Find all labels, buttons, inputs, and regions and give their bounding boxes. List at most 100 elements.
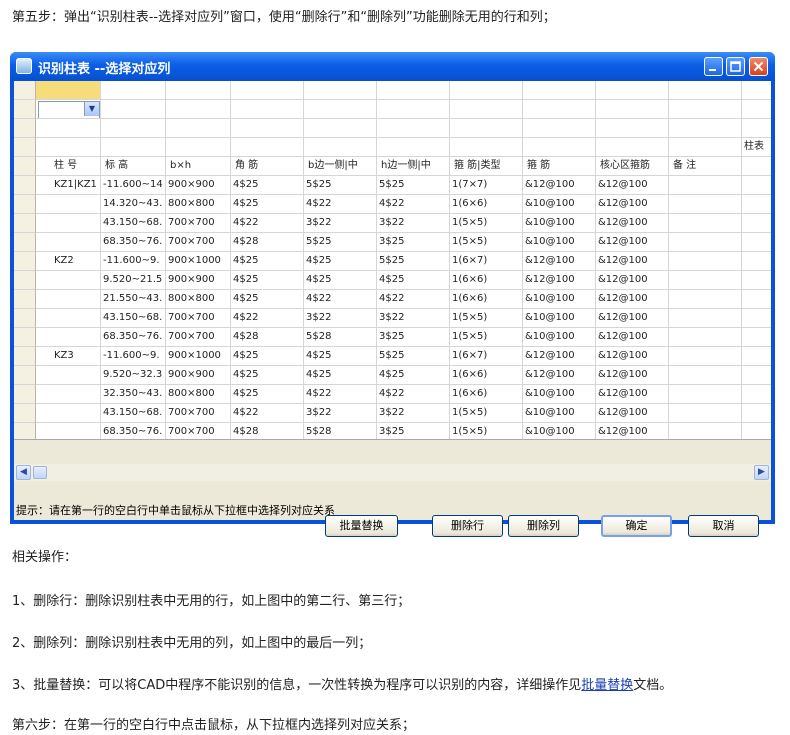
table-cell[interactable] <box>669 252 742 271</box>
table-cell[interactable]: &12@100 <box>596 214 669 233</box>
table-cell[interactable]: 68.350~76. <box>101 328 166 347</box>
table-cell[interactable] <box>742 385 771 404</box>
table-cell[interactable]: &12@100 <box>596 385 669 404</box>
table-caption-cell[interactable] <box>669 138 742 157</box>
empty-row-cell[interactable] <box>101 119 166 138</box>
scroll-thumb[interactable] <box>33 466 47 479</box>
mapping-cell[interactable] <box>101 81 166 100</box>
scroll-right-icon[interactable]: ▶ <box>754 465 769 480</box>
table-cell[interactable]: &12@100 <box>596 366 669 385</box>
table-cell[interactable]: 4$25 <box>231 385 304 404</box>
table-cell[interactable] <box>36 423 101 439</box>
table-cell[interactable]: 4$25 <box>231 176 304 195</box>
table-cell[interactable]: 700×700 <box>166 233 231 252</box>
column-select-combo[interactable]: ▼ <box>36 100 101 119</box>
table-cell[interactable] <box>36 309 101 328</box>
close-icon[interactable] <box>749 57 768 76</box>
column-header[interactable]: 箍 筋 <box>523 157 596 176</box>
table-cell[interactable]: 68.350~76. <box>101 233 166 252</box>
table-cell[interactable] <box>669 404 742 423</box>
table-cell[interactable]: 1(5×5) <box>450 233 523 252</box>
cancel-button[interactable]: 取消 <box>688 515 759 537</box>
table-cell[interactable]: &12@100 <box>596 252 669 271</box>
batch-replace-link[interactable]: 批量替换 <box>581 678 633 693</box>
mapping-cell[interactable] <box>304 81 377 100</box>
table-cell[interactable] <box>36 214 101 233</box>
table-cell[interactable]: 800×800 <box>166 385 231 404</box>
table-cell[interactable]: 3$25 <box>377 328 450 347</box>
column-header[interactable]: 箍 筋|类型 <box>450 157 523 176</box>
dropdown-row-cell[interactable] <box>669 100 742 119</box>
table-cell[interactable]: &10@100 <box>523 328 596 347</box>
delete-row-button[interactable]: 删除行 <box>432 515 503 537</box>
table-caption-cell[interactable] <box>36 138 101 157</box>
table-cell[interactable]: 43.150~68. <box>101 214 166 233</box>
table-cell[interactable]: 4$28 <box>231 423 304 439</box>
table-cell[interactable]: 4$25 <box>377 366 450 385</box>
table-cell[interactable]: 4$22 <box>304 385 377 404</box>
table-caption-cell[interactable] <box>101 138 166 157</box>
table-cell[interactable]: 700×700 <box>166 214 231 233</box>
table-cell[interactable]: 3$22 <box>377 214 450 233</box>
column-header[interactable]: b边一侧|中 <box>304 157 377 176</box>
empty-row-cell[interactable] <box>166 119 231 138</box>
table-cell[interactable]: 5$25 <box>304 233 377 252</box>
table-cell[interactable] <box>669 366 742 385</box>
table-cell[interactable]: 4$25 <box>231 347 304 366</box>
table-cell[interactable]: -11.600~9. <box>101 347 166 366</box>
table-cell[interactable]: 800×800 <box>166 195 231 214</box>
table-cell[interactable]: &12@100 <box>523 176 596 195</box>
column-header[interactable]: 核心区箍筋 <box>596 157 669 176</box>
table-cell[interactable]: 1(7×7) <box>450 176 523 195</box>
dropdown-arrow-icon[interactable]: ▼ <box>84 102 99 116</box>
table-caption-cell[interactable] <box>523 138 596 157</box>
table-cell[interactable] <box>669 328 742 347</box>
empty-row-cell[interactable] <box>36 119 101 138</box>
table-cell[interactable]: 1(6×7) <box>450 252 523 271</box>
table-cell[interactable]: 4$25 <box>231 290 304 309</box>
column-header[interactable]: 柱 号 <box>36 157 101 176</box>
table-cell[interactable]: 3$22 <box>377 309 450 328</box>
table-cell[interactable]: &12@100 <box>596 290 669 309</box>
column-header[interactable]: 标 高 <box>101 157 166 176</box>
table-cell[interactable]: 900×900 <box>166 176 231 195</box>
table-cell[interactable]: 9.520~32.3 <box>101 366 166 385</box>
horizontal-scrollbar[interactable]: ◀ ▶ <box>14 464 771 481</box>
table-cell[interactable]: KZ2 <box>36 252 101 271</box>
empty-row-cell[interactable] <box>377 119 450 138</box>
mapping-cell[interactable] <box>231 81 304 100</box>
table-caption-cell[interactable] <box>377 138 450 157</box>
table-cell[interactable]: 700×700 <box>166 404 231 423</box>
dropdown-row-cell[interactable] <box>304 100 377 119</box>
table-cell[interactable]: 4$22 <box>304 290 377 309</box>
empty-row-cell[interactable] <box>304 119 377 138</box>
table-cell[interactable]: 4$28 <box>231 328 304 347</box>
table-cell[interactable] <box>742 214 771 233</box>
table-cell[interactable] <box>669 214 742 233</box>
empty-row-cell[interactable] <box>450 119 523 138</box>
mapping-cell[interactable] <box>450 81 523 100</box>
table-cell[interactable]: 3$22 <box>304 309 377 328</box>
table-cell[interactable] <box>669 233 742 252</box>
table-cell[interactable] <box>36 195 101 214</box>
table-cell[interactable]: &12@100 <box>596 347 669 366</box>
table-cell[interactable]: &12@100 <box>596 423 669 439</box>
table-cell[interactable]: -11.600~14 <box>101 176 166 195</box>
batch-replace-button[interactable]: 批量替换 <box>325 515 398 537</box>
column-table-grid[interactable]: ▼ 柱表柱 号标 高 b×h 角 筋 b边一侧|中 h边一侧|中箍 筋|类型箍 筋核心区箍… <box>14 81 771 440</box>
scroll-left-icon[interactable]: ◀ <box>16 465 31 480</box>
table-cell[interactable]: 21.550~43. <box>101 290 166 309</box>
table-cell[interactable]: &12@100 <box>596 328 669 347</box>
mapping-cell[interactable] <box>523 81 596 100</box>
table-cell[interactable] <box>742 252 771 271</box>
mapping-cell[interactable] <box>669 81 742 100</box>
table-cell[interactable]: 4$22 <box>377 195 450 214</box>
table-cell[interactable]: 43.150~68. <box>101 404 166 423</box>
table-cell[interactable] <box>742 404 771 423</box>
table-cell[interactable]: 4$25 <box>231 271 304 290</box>
dropdown-row-cell[interactable] <box>596 100 669 119</box>
table-cell[interactable]: 9.520~21.5 <box>101 271 166 290</box>
table-cell[interactable] <box>36 290 101 309</box>
table-cell[interactable]: 700×700 <box>166 423 231 439</box>
table-cell[interactable]: 1(6×7) <box>450 347 523 366</box>
